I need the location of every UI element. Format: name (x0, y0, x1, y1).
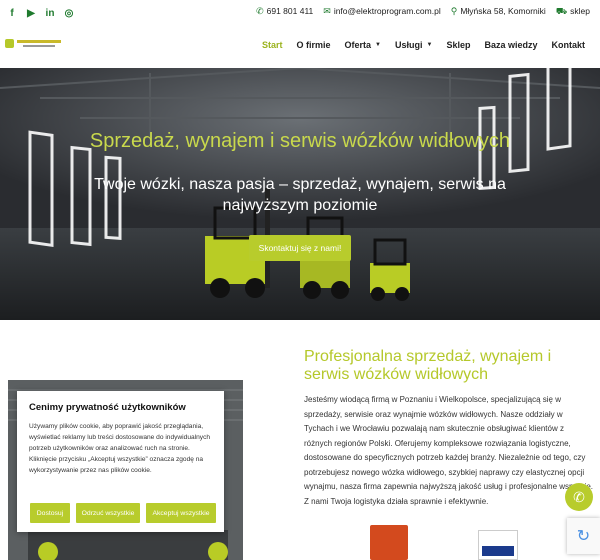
youtube-icon[interactable]: ▶ (26, 8, 36, 19)
about-heading: Profesjonalna sprzedaż, wynajem i serwis… (304, 348, 552, 383)
cookie-title: Cenimy prywatność użytkowników (29, 402, 186, 413)
contact-info: ✆ 691 801 411 ✉ info@elektroprogram.com.pl… (256, 6, 590, 18)
hero-banner: Sprzedaż, wynajem i serwis wózków widłow… (0, 68, 600, 320)
certificate-badge (478, 530, 518, 560)
cookie-customize-button[interactable]: Dostosuj (30, 503, 70, 523)
recaptcha-badge[interactable]: ↻ (567, 518, 600, 554)
phone-icon: ✆ (573, 488, 585, 505)
location-pin-icon: ⚲ (450, 6, 458, 16)
cookie-accept-button[interactable]: Akceptuj wszystkie (146, 503, 216, 523)
chevron-down-icon: ▼ (426, 42, 433, 48)
social-links: f ▶ in ◎ (7, 8, 74, 19)
hero-subtitle: Twoje wózki, nasza pasja – sprzedaż, wyn… (94, 176, 506, 214)
email-link[interactable]: ✉ info@elektroprogram.com.pl (323, 6, 440, 18)
shop-label: sklep (570, 6, 590, 16)
about-text: Jesteśmy wiodącą firmą w Poznaniu i Wiel… (304, 395, 594, 506)
recaptcha-icon: ↻ (576, 528, 591, 545)
contact-us-button[interactable]: Skontaktuj się z nami! (249, 235, 351, 261)
cookie-consent-dialog: Cenimy prywatność użytkowników Używamy p… (17, 391, 224, 532)
nav-item-oferta[interactable]: Oferta ▼ (338, 38, 388, 52)
chevron-down-icon: ▼ (375, 42, 381, 48)
instagram-icon[interactable]: ◎ (64, 8, 74, 19)
email-address: info@elektroprogram.com.pl (333, 6, 441, 16)
basket-icon: ⛟ (555, 6, 568, 16)
logo-mark (5, 39, 14, 48)
main-nav: Start O firmie Oferta ▼ Usługi ▼ Sklep Baz… (255, 38, 592, 52)
site-logo[interactable] (5, 39, 65, 48)
nav-item-start[interactable]: Start (255, 38, 290, 52)
site-header: Start O firmie Oferta ▼ Usługi ▼ Sklep Baz… (0, 26, 600, 68)
hero-title: Sprzedaż, wynajem i serwis wózków widłow… (89, 130, 511, 152)
nav-label: Usługi (394, 40, 423, 50)
nav-label: Start (261, 40, 283, 50)
product-thumbnail (370, 525, 408, 560)
address-text: Młyńska 58, Komorniki (460, 6, 546, 16)
top-bar: f ▶ in ◎ ✆ 691 801 411 ✉ info@elektroprogr… (0, 0, 600, 26)
cookie-buttons: Dostosuj Odrzuć wszystkie Akceptuj wszys… (30, 503, 216, 523)
call-fab-button[interactable]: ✆ (565, 483, 593, 511)
nav-item-sklep[interactable]: Sklep (439, 38, 477, 52)
phone-icon: ✆ (256, 6, 264, 16)
nav-label: Baza wiedzy (484, 40, 538, 50)
phone-link[interactable]: ✆ 691 801 411 (256, 6, 313, 18)
nav-item-baza-wiedzy[interactable]: Baza wiedzy (477, 38, 544, 52)
nav-item-kontakt[interactable]: Kontakt (545, 38, 593, 52)
facebook-icon[interactable]: f (7, 8, 17, 19)
shop-link[interactable]: ⛟ sklep (556, 6, 590, 18)
nav-label: O firmie (296, 40, 331, 50)
certificate-bar (482, 546, 514, 556)
cookie-text: Używamy plików cookie, aby poprawić jako… (29, 423, 211, 474)
envelope-icon: ✉ (323, 6, 331, 16)
phone-number: 691 801 411 (266, 6, 314, 16)
nav-label: Sklep (446, 40, 471, 50)
logo-wordmark (17, 40, 61, 47)
nav-label: Kontakt (551, 40, 586, 50)
cookie-reject-button[interactable]: Odrzuć wszystkie (76, 503, 140, 523)
linkedin-icon[interactable]: in (45, 8, 55, 19)
nav-item-o-firmie[interactable]: O firmie (290, 38, 338, 52)
nav-label: Oferta (344, 40, 372, 50)
nav-item-uslugi[interactable]: Usługi ▼ (388, 38, 439, 52)
address-link[interactable]: ⚲ Młyńska 58, Komorniki (451, 6, 546, 18)
